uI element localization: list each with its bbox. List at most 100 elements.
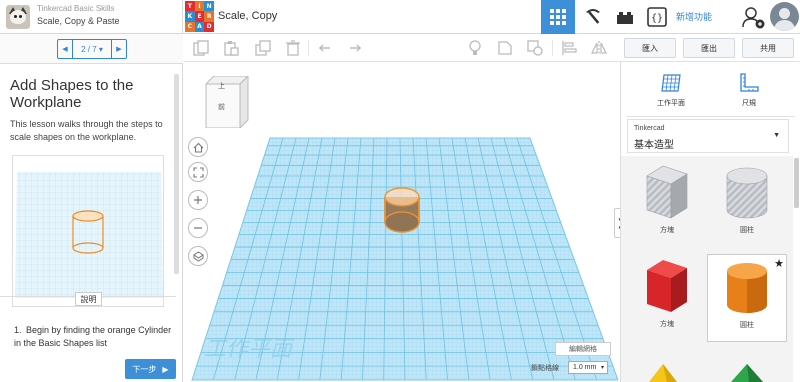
tinkercad-logo[interactable]: TIN KER CAD <box>185 1 214 32</box>
lesson-title: Add Shapes to the Workplane <box>10 77 134 111</box>
ruler-tool[interactable]: 尺規 <box>719 72 779 108</box>
grid-icon <box>550 9 566 25</box>
add-user-button[interactable] <box>741 5 765 29</box>
lesson-description: This lesson walks through the steps to s… <box>10 119 163 142</box>
lightbulb-icon <box>469 40 481 55</box>
shape-grid: 方塊 圓柱 方塊 ★ 圓柱 <box>621 156 793 382</box>
hole-icon <box>527 40 543 56</box>
zoom-in-button[interactable] <box>188 190 208 210</box>
shape-cylinder-gray[interactable]: 圓柱 <box>709 164 785 248</box>
paste-icon <box>224 41 239 56</box>
pickaxe-icon <box>585 9 600 24</box>
undo-button[interactable] <box>316 39 334 57</box>
shape-cylinder-orange[interactable]: ★ 圓柱 <box>707 254 787 342</box>
lesson-name: Scale, Copy & Paste <box>37 16 120 26</box>
workplane-tool[interactable]: 工作平面 <box>641 72 701 108</box>
edit-grid-button[interactable]: 編輯網格 <box>555 342 611 356</box>
hole-button[interactable] <box>526 39 544 57</box>
lesson-avatar <box>6 5 30 29</box>
bricks-button[interactable] <box>608 0 641 34</box>
copy-button[interactable] <box>192 39 210 57</box>
lesson-panel: ◀ 2 / 7 ▾ ▶ Add Shapes to the Workplane … <box>0 34 183 382</box>
next-page-button[interactable]: ▶ <box>112 40 126 58</box>
shape-button[interactable] <box>496 39 514 57</box>
paste-button[interactable] <box>222 39 240 57</box>
brick-icon <box>616 12 633 24</box>
home-icon <box>193 142 203 153</box>
shape-box-red[interactable]: 方塊 <box>629 258 705 342</box>
cylinder-orange-icon <box>727 263 767 313</box>
new-features-link[interactable]: 新增功能 <box>676 10 712 23</box>
shapes-panel: 工作平面 尺規 Tinkercad 基本造型 ▼ 方塊 圓柱 方塊 ★ 圓柱 <box>620 62 800 382</box>
blocks-pickaxe-button[interactable] <box>576 0 609 34</box>
perspective-icon <box>192 250 204 262</box>
star-icon: ★ <box>774 258 784 270</box>
document-title[interactable]: Scale, Copy <box>218 10 277 22</box>
view-cube[interactable]: 上 前 <box>204 74 250 130</box>
align-icon <box>562 41 577 55</box>
cylinder-shape[interactable] <box>384 187 420 233</box>
3d-view-button[interactable] <box>541 0 575 34</box>
shape-pyramid-yellow[interactable] <box>643 362 683 382</box>
plus-icon <box>194 196 202 204</box>
duplicate-icon <box>255 40 271 56</box>
edit-toolbar: 匯入 匯出 共用 <box>184 34 800 62</box>
snap-grid-label: 鎖點格線 <box>531 365 559 372</box>
zoom-out-button[interactable] <box>188 218 208 238</box>
codeblocks-button[interactable]: {} <box>640 0 673 34</box>
undo-icon <box>318 44 330 52</box>
profile-avatar[interactable] <box>770 2 799 31</box>
lesson-scrollbar[interactable] <box>174 74 179 274</box>
ruler-icon <box>740 73 759 92</box>
pager-control: ◀ 2 / 7 ▾ ▶ <box>57 39 127 59</box>
cylinder-striped-icon <box>726 167 768 219</box>
perspective-button[interactable] <box>188 246 208 266</box>
shapes-scrollbar[interactable] <box>794 158 799 208</box>
code-braces-icon: {} <box>646 7 667 27</box>
viewcube-top-label: 上 <box>218 83 225 90</box>
lesson-header: Tinkercad Basic Skills Scale, Copy & Pas… <box>0 0 183 34</box>
duplicate-button[interactable] <box>254 39 272 57</box>
workplane-icon <box>661 74 681 92</box>
mirror-icon <box>591 41 607 55</box>
3d-workspace[interactable]: 工作平面 上 前 編輯網格 鎖點格線 1.0 mm ▾ <box>184 62 618 382</box>
fit-icon <box>192 166 204 178</box>
viewcube-front-label: 前 <box>218 104 225 111</box>
fit-view-button[interactable] <box>188 162 208 182</box>
play-icon: ▶ <box>162 364 169 374</box>
workplane-watermark: 工作平面 <box>204 337 296 362</box>
shape-icon <box>498 41 512 55</box>
lesson-image <box>12 155 164 307</box>
explain-tab[interactable]: 說明 <box>75 292 102 306</box>
redo-icon <box>350 44 362 52</box>
redo-button[interactable] <box>346 39 364 57</box>
light-button[interactable] <box>466 39 484 57</box>
shape-roof-green[interactable] <box>727 362 767 382</box>
export-button[interactable]: 匯出 <box>683 38 735 58</box>
top-bar: Tinkercad Basic Skills Scale, Copy & Pas… <box>0 0 800 34</box>
next-step-button[interactable]: 下一步 ▶ <box>125 359 176 379</box>
chevron-down-icon: ▾ <box>600 365 604 371</box>
shape-box-gray[interactable]: 方塊 <box>629 164 705 248</box>
align-button[interactable] <box>560 39 578 57</box>
import-button[interactable]: 匯入 <box>624 38 676 58</box>
user-add-icon <box>742 7 765 29</box>
minus-icon <box>194 227 202 229</box>
mirror-button[interactable] <box>590 39 608 57</box>
prev-page-button[interactable]: ◀ <box>58 40 72 58</box>
home-view-button[interactable] <box>188 137 208 157</box>
share-button[interactable]: 共用 <box>742 38 794 58</box>
snap-grid-select[interactable]: 1.0 mm ▾ <box>568 361 608 374</box>
lesson-course-title: Tinkercad Basic Skills <box>37 4 115 13</box>
copy-icon <box>193 40 209 56</box>
delete-button[interactable] <box>284 39 302 57</box>
box-striped-icon <box>646 165 688 219</box>
caret-down-icon: ▼ <box>773 132 780 139</box>
svg-text:{}: {} <box>650 13 662 24</box>
lesson-pager: ◀ 2 / 7 ▾ ▶ <box>0 34 183 64</box>
box-red-icon <box>647 260 687 312</box>
shape-library-select[interactable]: Tinkercad 基本造型 ▼ <box>627 119 789 153</box>
page-select[interactable]: 2 / 7 ▾ <box>72 40 112 58</box>
step-instruction: 1. Begin by finding the orange Cylinder i… <box>14 325 172 348</box>
trash-icon <box>286 40 300 56</box>
